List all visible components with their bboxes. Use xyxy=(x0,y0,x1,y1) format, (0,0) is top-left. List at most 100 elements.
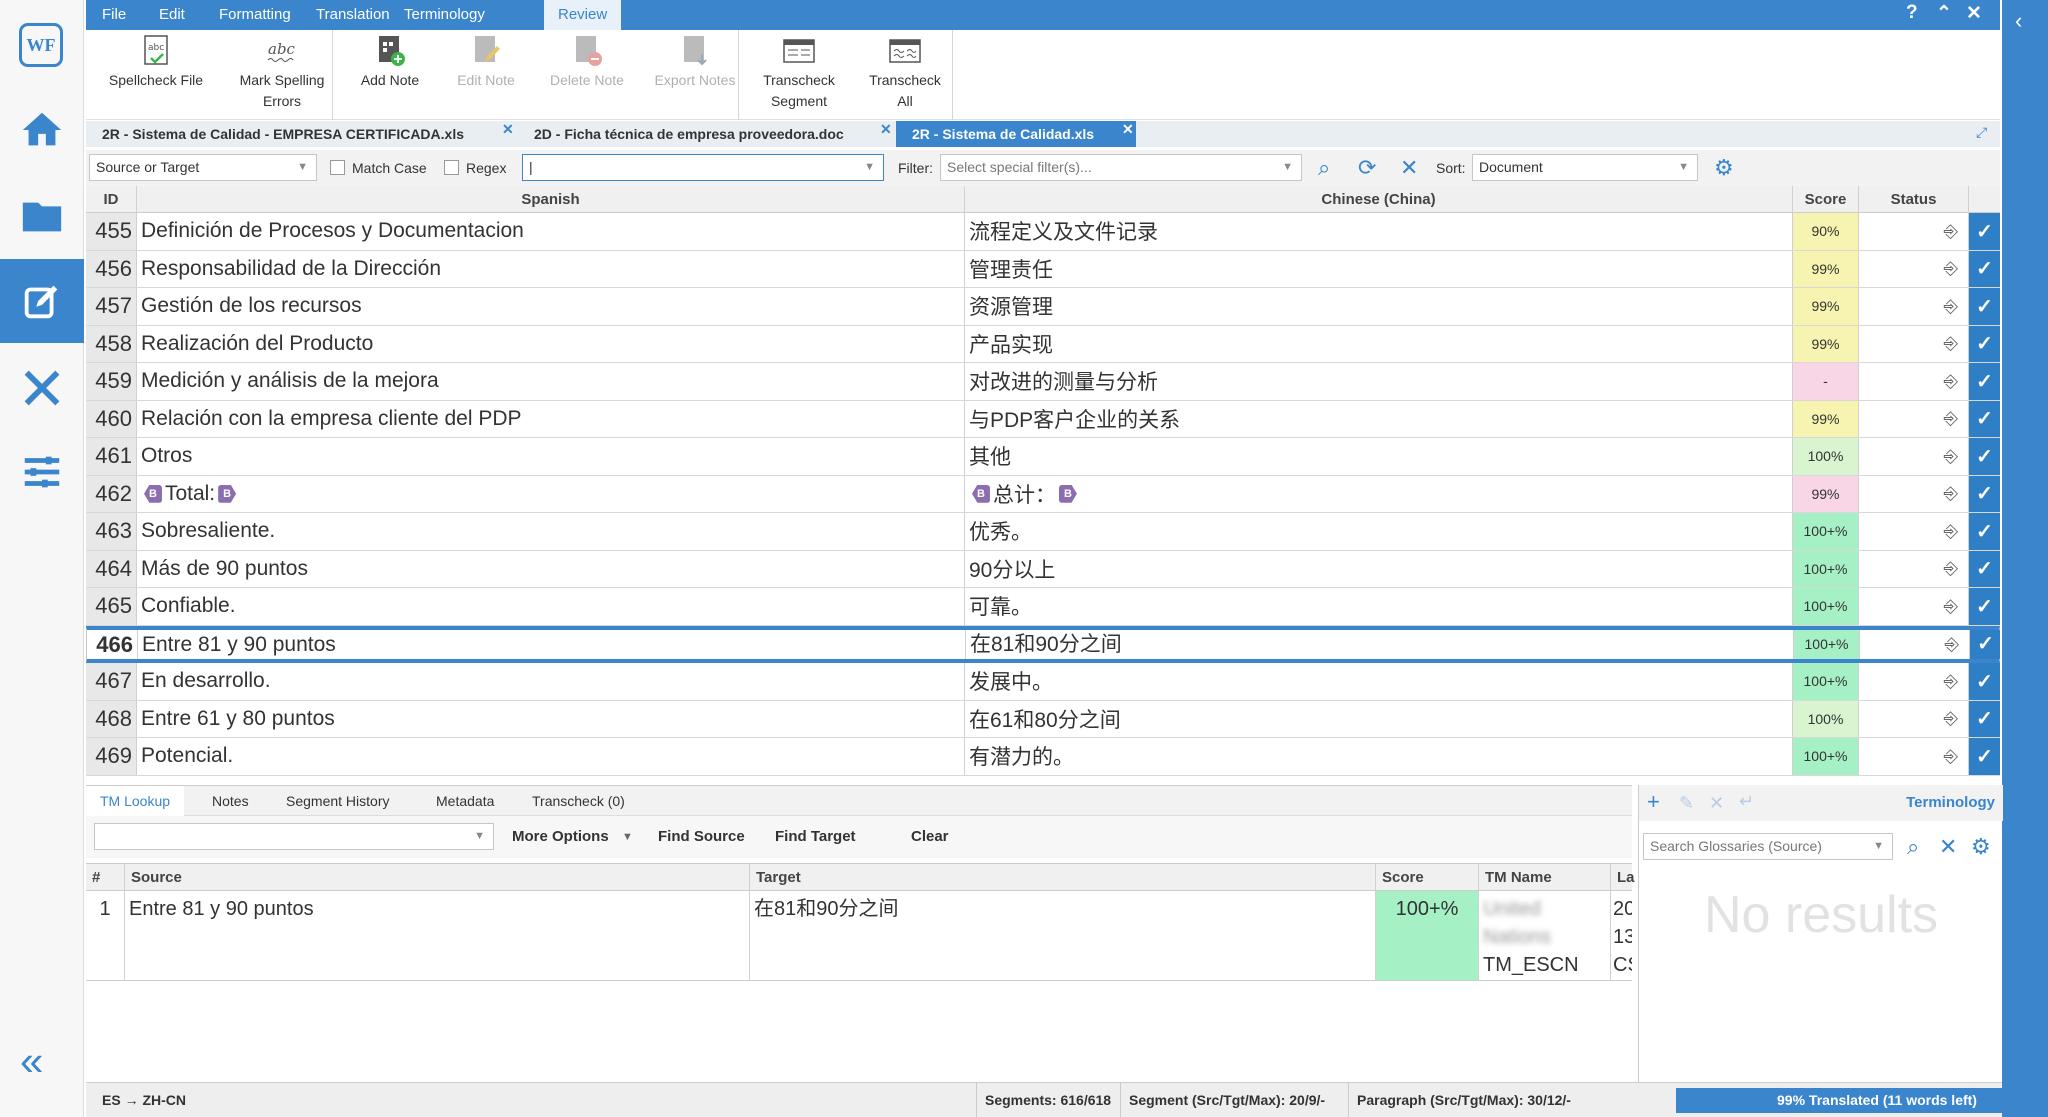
search-icon[interactable]: ⌕ xyxy=(1318,156,1330,180)
confirmed-check-icon[interactable]: ✓ xyxy=(1969,550,2000,587)
more-options-button[interactable]: More Options xyxy=(512,816,609,858)
close-icon[interactable]: ✕ xyxy=(1966,2,1982,25)
minimize-ribbon-icon[interactable]: ⌃ xyxy=(1936,2,1952,25)
tools-icon[interactable] xyxy=(0,346,84,430)
search-scope-select[interactable]: Source or Target ▼ xyxy=(89,154,317,181)
confirmed-check-icon[interactable]: ✓ xyxy=(1969,363,2000,400)
tab-transcheck[interactable]: Transcheck (0) xyxy=(532,786,625,816)
regex-checkbox[interactable] xyxy=(444,160,459,175)
menu-review[interactable]: Review xyxy=(544,0,622,30)
source-cell[interactable]: Responsabilidad de la Dirección xyxy=(137,250,965,287)
target-cell[interactable]: 有潜力的。 xyxy=(965,738,1793,775)
segment-status-icon[interactable]: ⎆ xyxy=(1859,250,1969,287)
export-notes-button[interactable]: Export Notes xyxy=(640,30,750,120)
edit-note-button[interactable]: Edit Note xyxy=(438,30,534,120)
segment-status-icon[interactable]: ⎆ xyxy=(1859,663,1969,700)
maximize-icon[interactable]: ⤢ xyxy=(1976,124,1987,141)
col-source[interactable]: Spanish xyxy=(137,186,965,213)
col-id[interactable]: ID xyxy=(86,186,137,213)
segment-status-icon[interactable]: ⎆ xyxy=(1859,588,1969,625)
source-cell[interactable]: Confiable. xyxy=(137,588,965,625)
segment-row[interactable]: 457 Gestión de los recursos 资源管理 99% ⎆ ✓ xyxy=(86,288,2000,326)
segment-status-icon[interactable]: ⎆ xyxy=(1859,325,1969,362)
source-cell[interactable]: Definición de Procesos y Documentacion xyxy=(137,213,965,250)
source-cell[interactable]: Más de 90 puntos xyxy=(137,550,965,587)
source-cell[interactable]: Gestión de los recursos xyxy=(137,288,965,325)
confirmed-check-icon[interactable]: ✓ xyxy=(1969,588,2000,625)
segment-status-icon[interactable]: ⎆ xyxy=(1860,629,1970,659)
folder-icon[interactable] xyxy=(0,174,84,258)
find-target-button[interactable]: Find Target xyxy=(775,816,856,858)
segment-status-icon[interactable]: ⎆ xyxy=(1859,213,1969,250)
close-tab-icon[interactable]: ✕ xyxy=(880,121,892,138)
tab-segment-history[interactable]: Segment History xyxy=(286,786,389,816)
confirmed-check-icon[interactable]: ✓ xyxy=(1969,250,2000,287)
close-tab-icon[interactable]: ✕ xyxy=(1122,121,1134,138)
clear-button[interactable]: Clear xyxy=(911,816,949,858)
target-cell[interactable]: 管理责任 xyxy=(965,250,1793,287)
confirmed-check-icon[interactable]: ✓ xyxy=(1969,288,2000,325)
document-tab[interactable]: 2D - Ficha técnica de empresa proveedora… xyxy=(518,121,958,147)
target-cell[interactable]: 与PDP客户企业的关系 xyxy=(965,400,1793,437)
document-tab[interactable]: 2R - Sistema de Calidad - EMPRESA CERTIF… xyxy=(86,121,496,147)
target-cell[interactable]: 在81和90分之间 xyxy=(966,629,1794,659)
segment-status-icon[interactable]: ⎆ xyxy=(1859,550,1969,587)
col-score[interactable]: Score xyxy=(1793,186,1859,213)
document-tab-active[interactable]: 2R - Sistema de Calidad.xls xyxy=(896,121,1136,147)
transcheck-all-button[interactable]: Transcheck All xyxy=(852,30,958,120)
tag-close-icon[interactable]: B xyxy=(1058,484,1077,503)
tm-row-source[interactable]: Entre 81 y 90 puntos xyxy=(125,891,750,981)
target-cell[interactable]: 可靠。 xyxy=(965,588,1793,625)
source-cell[interactable]: En desarrollo. xyxy=(137,663,965,700)
segment-row[interactable]: 469 Potencial. 有潜力的。 100+% ⎆ ✓ xyxy=(86,738,2000,776)
segment-status-icon[interactable]: ⎆ xyxy=(1859,513,1969,550)
sort-select[interactable]: Document ▼ xyxy=(1472,154,1698,181)
tab-notes[interactable]: Notes xyxy=(212,786,249,816)
menu-file[interactable]: File xyxy=(102,0,126,30)
sliders-icon[interactable] xyxy=(0,430,84,514)
menu-terminology[interactable]: Terminology xyxy=(404,0,485,30)
segment-row[interactable]: 455 Definición de Procesos y Documentacio… xyxy=(86,213,2000,251)
right-panel-toggle[interactable]: ‹ xyxy=(2002,0,2048,1117)
target-cell[interactable]: 流程定义及文件记录 xyxy=(965,213,1793,250)
confirmed-check-icon[interactable]: ✓ xyxy=(1970,629,2000,659)
segment-row[interactable]: 460 Relación con la empresa cliente del P… xyxy=(86,400,2000,438)
help-icon[interactable]: ? xyxy=(1906,2,1918,24)
target-cell[interactable]: 在61和80分之间 xyxy=(965,700,1793,737)
source-cell[interactable]: Entre 61 y 80 puntos xyxy=(137,700,965,737)
settings-icon[interactable]: ⚙ xyxy=(1714,156,1734,180)
chevron-down-icon[interactable]: ▼ xyxy=(622,816,633,858)
clear-filter-icon[interactable]: ✕ xyxy=(1400,156,1418,180)
segment-row[interactable]: 464 Más de 90 puntos 90分以上 100+% ⎆ ✓ xyxy=(86,550,2000,588)
source-cell[interactable]: Otros xyxy=(137,438,965,475)
settings-icon[interactable]: ⚙ xyxy=(1971,835,1991,859)
segment-row[interactable]: 467 En desarrollo. 发展中。 100+% ⎆ ✓ xyxy=(86,663,2000,701)
confirmed-check-icon[interactable]: ✓ xyxy=(1969,400,2000,437)
clear-search-icon[interactable]: ✕ xyxy=(1939,835,1957,859)
segment-status-icon[interactable]: ⎆ xyxy=(1859,400,1969,437)
tag-close-icon[interactable]: B xyxy=(218,484,237,503)
tag-open-icon[interactable]: B xyxy=(144,484,162,503)
transcheck-segment-button[interactable]: Transcheck Segment xyxy=(746,30,852,120)
source-cell[interactable]: Medición y análisis de la mejora xyxy=(137,363,965,400)
menu-edit[interactable]: Edit xyxy=(159,0,185,30)
confirmed-check-icon[interactable]: ✓ xyxy=(1969,738,2000,775)
edit-term-icon[interactable]: ✎ xyxy=(1679,793,1694,814)
tag-open-icon[interactable]: B xyxy=(972,484,990,503)
target-cell[interactable]: B 总计： B xyxy=(965,475,1793,512)
segment-row[interactable]: 463 Sobresaliente. 优秀。 100+% ⎆ ✓ xyxy=(86,513,2000,551)
add-note-button[interactable]: Add Note xyxy=(342,30,438,120)
segment-status-icon[interactable]: ⎆ xyxy=(1859,363,1969,400)
segment-status-icon[interactable]: ⎆ xyxy=(1859,438,1969,475)
add-term-icon[interactable]: + xyxy=(1647,789,1660,815)
target-cell[interactable]: 对改进的测量与分析 xyxy=(965,363,1793,400)
source-cell[interactable]: Potencial. xyxy=(137,738,965,775)
source-cell[interactable]: B Total: B xyxy=(137,475,965,512)
menu-translation[interactable]: Translation xyxy=(316,0,390,30)
home-icon[interactable] xyxy=(0,88,84,172)
segment-row[interactable]: 461 Otros 其他 100% ⎆ ✓ xyxy=(86,438,2000,476)
segment-status-icon[interactable]: ⎆ xyxy=(1859,700,1969,737)
confirmed-check-icon[interactable]: ✓ xyxy=(1969,475,2000,512)
source-cell[interactable]: Sobresaliente. xyxy=(137,513,965,550)
tm-search-input[interactable]: ▼ xyxy=(94,823,494,850)
